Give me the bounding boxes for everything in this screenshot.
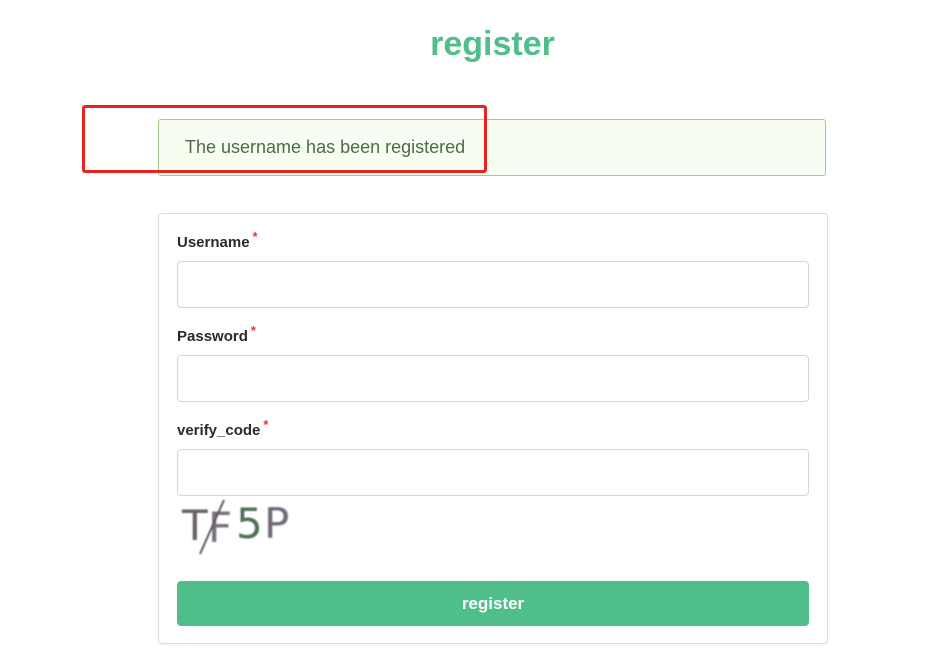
username-label: Username * xyxy=(177,229,258,251)
verify-code-label-text: verify_code xyxy=(177,422,261,439)
register-form: Username * Password * verify_code * T F 5 P xyxy=(158,213,828,644)
register-page: register The username has been registere… xyxy=(0,0,945,654)
register-button[interactable]: register xyxy=(177,581,809,626)
password-label-text: Password xyxy=(177,328,248,345)
captcha-image[interactable]: T F 5 P xyxy=(180,496,304,558)
captcha-char-4: P xyxy=(264,499,289,548)
page-title: register xyxy=(430,25,555,63)
captcha-char-1: T xyxy=(181,501,208,550)
alert-message: The username has been registered xyxy=(158,119,826,176)
username-required-mark: * xyxy=(252,229,258,244)
verify-code-input[interactable] xyxy=(177,449,809,496)
password-required-mark: * xyxy=(250,323,256,338)
username-input[interactable] xyxy=(177,261,809,308)
verify-code-label: verify_code * xyxy=(177,417,268,439)
password-input[interactable] xyxy=(177,355,809,402)
password-label: Password * xyxy=(177,323,256,345)
username-label-text: Username xyxy=(177,234,250,251)
captcha-char-3: 5 xyxy=(236,499,263,548)
verify-code-required-mark: * xyxy=(263,417,269,432)
